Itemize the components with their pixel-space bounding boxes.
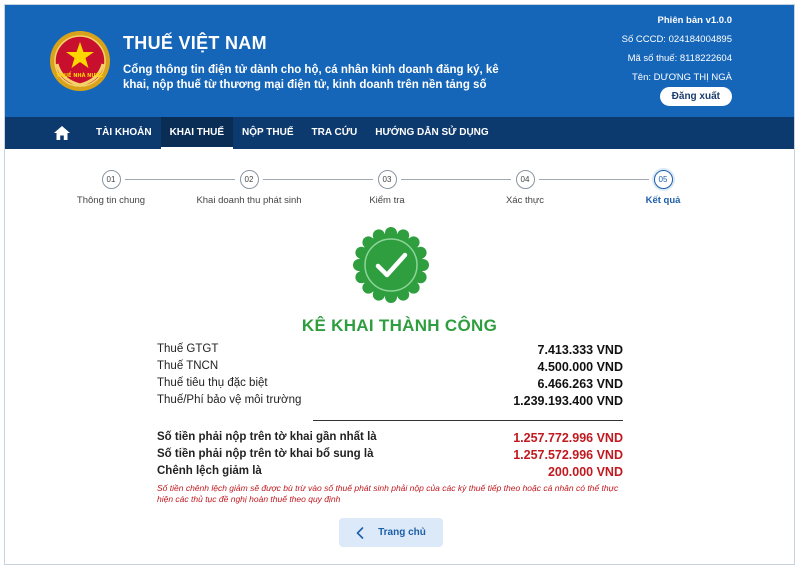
app-subtitle: Cổng thông tin điện tử dành cho hộ, cá n… — [123, 64, 499, 91]
tax-value: 4.500.000 VND — [537, 360, 623, 374]
user-name-label: Tên: DƯƠNG THỊ NGÀ — [631, 72, 732, 83]
step-1: 01 Thông tin chung — [36, 165, 186, 206]
step-number: 01 — [101, 170, 121, 189]
version-label: Phiên bản v1.0.0 — [657, 15, 732, 26]
step-label: Xác thực — [505, 195, 545, 206]
home-icon[interactable] — [51, 117, 73, 149]
summary-row: Số tiền phải nộp trên tờ khai gần nhất l… — [157, 431, 623, 445]
tax-label: Thuế GTGT — [157, 343, 219, 355]
step-label: Khai doanh thu phát sinh — [196, 195, 302, 206]
step-number: 05 — [653, 170, 673, 189]
summary-label: Số tiền phải nộp trên tờ khai gần nhất l… — [157, 431, 377, 443]
emblem-logo: THUẾ NHÀ NƯỚC — [50, 31, 110, 91]
tax-value: 7.413.333 VND — [537, 343, 623, 357]
tax-value: 1.239.193.400 VND — [513, 394, 623, 408]
summary-value: 1.257.772.996 VND — [513, 431, 623, 445]
tax-row: Thuế tiêu thụ đặc biệt 6.466.263 VND — [157, 377, 623, 391]
step-number: 03 — [377, 170, 397, 189]
step-label: Thông tin chung — [76, 195, 146, 206]
home-button[interactable]: Trang chủ — [339, 518, 443, 547]
summary-label: Số tiền phải nộp trên tờ khai bổ sung là — [157, 448, 374, 460]
step-label: Kết quả — [645, 195, 681, 206]
step-2: 02 Khai doanh thu phát sinh — [174, 165, 324, 206]
summary-row: Số tiền phải nộp trên tờ khai bổ sung là… — [157, 448, 623, 462]
tax-row: Thuế TNCN 4.500.000 VND — [157, 360, 623, 374]
step-5-active: 05 Kết quả — [588, 165, 738, 206]
tax-row: Thuế GTGT 7.413.333 VND — [157, 343, 623, 357]
check-badge-icon — [353, 227, 429, 303]
tax-row: Thuế/Phí bảo vệ môi trường 1.239.193.400… — [157, 394, 623, 408]
tax-label: Thuế/Phí bảo vệ môi trường — [157, 394, 302, 406]
emblem-text: THUẾ NHÀ NƯỚC — [56, 71, 104, 79]
nav-item-pay-tax[interactable]: NỘP THUẾ — [233, 117, 303, 149]
home-button-label: Trang chủ — [378, 527, 426, 538]
tax-label: Thuế TNCN — [157, 360, 219, 372]
step-number: 04 — [515, 170, 535, 189]
step-4: 04 Xác thực — [450, 165, 600, 206]
logout-button[interactable]: Đăng xuất — [659, 87, 732, 106]
nav-item-lookup[interactable]: TRA CỨU — [303, 117, 367, 149]
tax-label: Thuế tiêu thụ đặc biệt — [157, 377, 268, 389]
step-3: 03 Kiểm tra — [312, 165, 462, 206]
main-nav: TÀI KHOẢN KHAI THUẾ NỘP THUẾ TRA CỨU HƯỚ… — [5, 117, 794, 149]
tax-code-label: Mã số thuế: 8118222604 — [627, 53, 732, 64]
nav-item-account[interactable]: TÀI KHOẢN — [87, 117, 161, 149]
tax-value: 6.466.263 VND — [537, 377, 623, 391]
success-title: KÊ KHAI THÀNH CÔNG — [301, 316, 498, 335]
refund-note: Số tiền chênh lệch giảm sẽ được bù trừ v… — [157, 483, 619, 504]
summary-row: Chênh lệch giảm là 200.000 VND — [157, 465, 623, 479]
progress-steps: 01 Thông tin chung 02 Khai doanh thu phá… — [5, 165, 794, 225]
cccd-label: Số CCCD: 024184004895 — [621, 34, 732, 45]
step-number: 02 — [239, 170, 259, 189]
summary-value: 200.000 VND — [547, 465, 623, 479]
step-label: Kiểm tra — [369, 195, 405, 206]
summary-label: Chênh lệch giảm là — [157, 465, 262, 477]
nav-item-declare-tax[interactable]: KHAI THUẾ — [160, 117, 234, 149]
nav-item-guide[interactable]: HƯỚNG DẪN SỬ DỤNG — [366, 117, 497, 149]
divider — [313, 420, 623, 421]
app-title: THUẾ VIỆT NAM — [123, 33, 267, 53]
header: THUẾ NHÀ NƯỚC THUẾ VIỆT NAM Cổng thông t… — [5, 5, 794, 117]
chevron-left-icon — [356, 526, 364, 539]
app-frame: THUẾ NHÀ NƯỚC THUẾ VIỆT NAM Cổng thông t… — [4, 4, 795, 565]
summary-value: 1.257.572.996 VND — [513, 448, 623, 462]
user-info: Phiên bản v1.0.0 Số CCCD: 024184004895 M… — [622, 11, 732, 87]
